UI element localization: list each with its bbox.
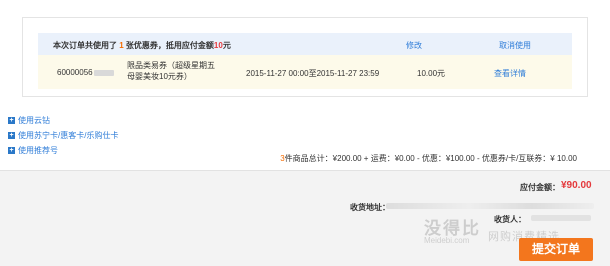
modify-coupon-link[interactable]: 修改 — [406, 40, 422, 51]
view-detail-link[interactable]: 查看详情 — [494, 68, 526, 79]
coupon-amount: 10.00元 — [417, 69, 446, 78]
coupon-header: 本次订单共使用了 1 张优惠券，抵用应付金额10元 修改 取消使用 — [38, 33, 572, 55]
option-label: 使用苏宁卡/惠客卡/乐购仕卡 — [18, 130, 119, 140]
coupon-code-text: 60000056 — [57, 68, 93, 77]
coupon-panel: 本次订单共使用了 1 张优惠券，抵用应付金额10元 修改 取消使用 600000… — [22, 17, 588, 97]
plus-icon: + — [8, 116, 15, 124]
redacted-code — [93, 69, 114, 76]
coupon-summary: 本次订单共使用了 1 张优惠券，抵用应付金额10元 — [53, 40, 231, 51]
summary-mid: 张优惠券，抵用应付金额 — [125, 41, 214, 50]
coupon-name: 限品类易券（超级星期五母婴美妆10元券） — [127, 61, 215, 81]
cancel-coupon-link[interactable]: 取消使用 — [499, 40, 531, 51]
use-cloud-diamond-option[interactable]: + 使用云钻 — [8, 115, 50, 125]
amount-due-value: ¥90.00 — [561, 180, 592, 191]
deduct-amount: 10 — [213, 41, 223, 50]
submit-order-button[interactable]: 提交订单 — [519, 238, 593, 261]
summary-suffix: 元 — [222, 41, 231, 50]
watermark: 没得比 Meidebi.com 网购消费精选 — [424, 214, 559, 245]
use-suning-card-option[interactable]: + 使用苏宁卡/惠客卡/乐购仕卡 — [8, 130, 118, 140]
plus-icon: + — [8, 131, 15, 139]
order-totals: 3件商品总计：¥200.00 + 运费：¥0.00 - 优惠：¥100.00 -… — [280, 153, 577, 164]
option-label: 使用推荐号 — [18, 145, 58, 155]
summary-prefix: 本次订单共使用了 — [53, 41, 117, 50]
use-referral-option[interactable]: + 使用推荐号 — [8, 145, 58, 155]
coupon-dates: 2015-11-27 00:00至2015-11-27 23:59 — [246, 69, 380, 78]
redacted-address — [386, 203, 594, 209]
amount-due-label: 应付金额： — [520, 183, 560, 192]
coupon-count: 1 — [119, 41, 124, 50]
coupon-code: 60000056 — [57, 68, 114, 77]
option-label: 使用云钻 — [18, 115, 50, 125]
redacted-receiver — [531, 215, 591, 221]
watermark-domain: Meidebi.com — [424, 236, 470, 245]
receiver-label: 收货人： — [494, 215, 526, 224]
totals-text: 件商品总计：¥200.00 + 运费：¥0.00 - 优惠：¥100.00 - … — [284, 154, 577, 163]
plus-icon: + — [8, 146, 15, 154]
shipping-address-label: 收货地址： — [350, 203, 390, 212]
coupon-row: 60000056 限品类易券（超级星期五母婴美妆10元券） 2015-11-27… — [38, 55, 572, 89]
